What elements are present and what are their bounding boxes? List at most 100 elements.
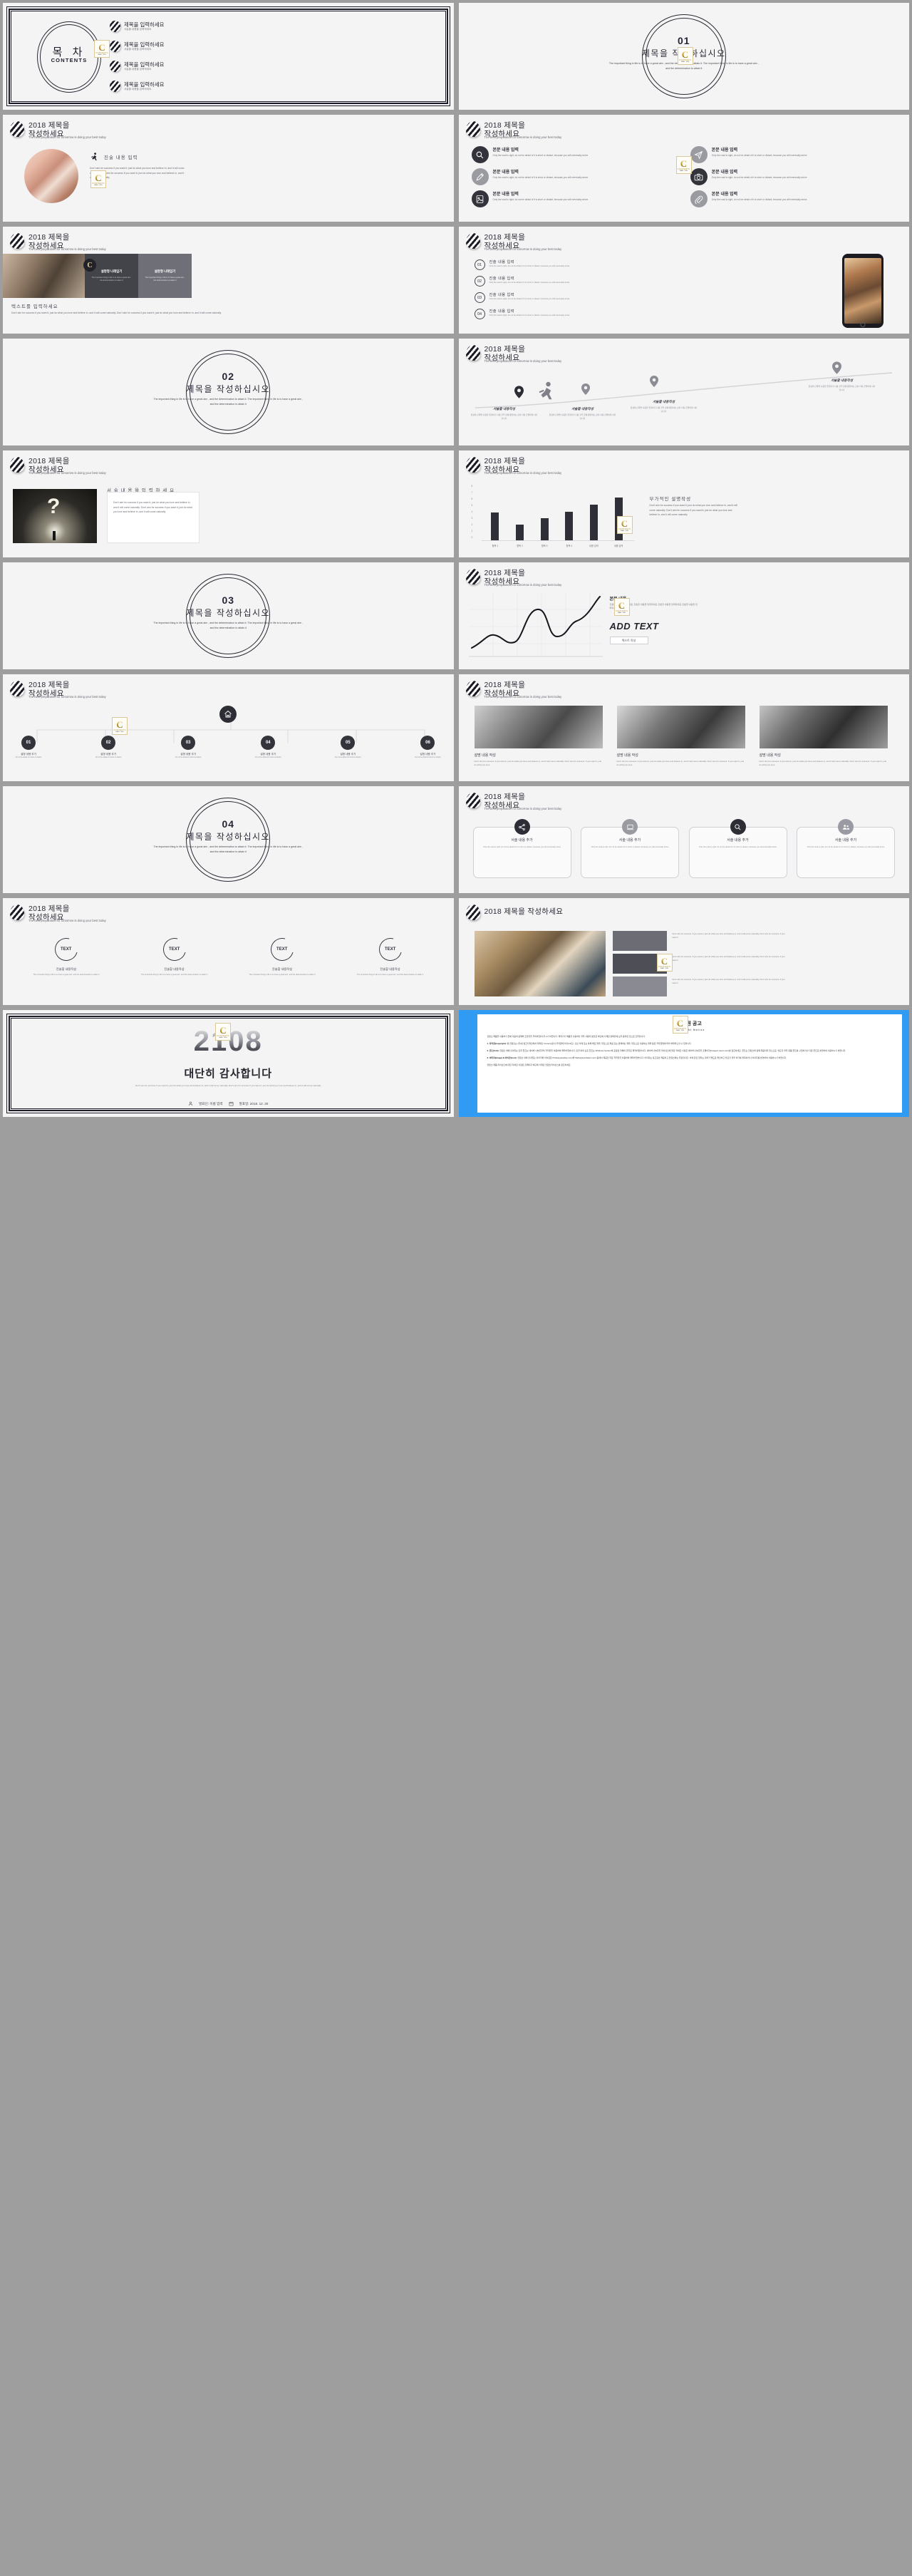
list-item[interactable]: 본문 내용 입력 Only the road is right, do not … — [471, 168, 678, 185]
slide-photo-text[interactable]: 2018 제목을 작성하세요 The best preparation for … — [3, 115, 454, 222]
add-text-button[interactable]: 텍스트 작성 — [609, 637, 648, 644]
stripe-logo-icon — [10, 681, 24, 696]
slide-section-01[interactable]: 01 제목을 작성하십시오 The important thing in lif… — [458, 3, 909, 110]
header-line1: 2018 제목을 — [484, 121, 526, 130]
list-item[interactable]: 01 진술 내용 입력 Only the road is right, do no… — [474, 259, 599, 270]
list-item[interactable]: 본문 내용 입력 Only the road is right, do not … — [471, 190, 678, 207]
search-icon — [471, 146, 489, 163]
header-sub: The best preparation for tomorrow is doi… — [484, 247, 562, 251]
bar[interactable] — [565, 511, 574, 540]
arc-card[interactable]: TEXT 진술할 내용작성 The Important thing in lif… — [20, 934, 113, 977]
card[interactable]: 서술 내용 추가 Only the road is right, do not … — [581, 819, 679, 878]
list-item[interactable]: 본문 내용 입력 Only the road is right, do not … — [690, 168, 896, 185]
list-item[interactable]: 02 진술 내용 입력 Only the road is right, do no… — [474, 276, 599, 287]
gold-watermark: C CONTENTS MAIN · SUB — [672, 1016, 688, 1034]
step-block[interactable]: 서술할 내용작성 문장의 단락별 사용한 줄걸어가 다를 경우 함께 통일하는 … — [630, 400, 698, 413]
slide-six-steps[interactable]: 2018 제목을 작성하세요 The best preparation for … — [3, 674, 454, 781]
team-photo — [24, 149, 78, 203]
slide-header: 2018 제목을 작성하세요 The best preparation for … — [465, 345, 561, 363]
gold-letter: C — [680, 158, 688, 169]
step-title: 설명 내용 추가 — [340, 753, 356, 756]
list-item[interactable]: 06 설명 내용 추가 Do not be afraid of it short o… — [412, 736, 443, 760]
list-item[interactable]: 제목을 입력하세요 서술할 내용을 입력하세요 — [110, 80, 188, 92]
arc-card[interactable]: TEXT 진술할 내용작성 The Important thing in lif… — [236, 934, 328, 977]
slide-section-03[interactable]: 03 제목을 작성하십시오 The important thing in lif… — [3, 562, 454, 669]
card-caption[interactable]: 설명 내용 작성 Don't aim for success. If you w… — [475, 753, 603, 767]
list-item[interactable]: 04 설명 내용 추가 Do not be afraid of it short o… — [252, 736, 284, 760]
slide-question[interactable]: 2018 제목을 작성하세요 The best preparation for … — [3, 450, 454, 557]
copyright-head: 2. 폰트(font): — [487, 1049, 499, 1052]
slide-contents[interactable]: 목 차 CONTENTS 제목을 입력하세요 서술할 내용을 입력하세요 제목을 … — [3, 3, 454, 110]
slide-phone-list[interactable]: 2018 제목을 작성하세요 The best preparation for … — [458, 227, 909, 334]
section-title: 제목을 작성하십시오 — [186, 608, 271, 618]
slide-thanks[interactable]: 2108 대단히 감사합니다 Don't aim for success if … — [3, 1010, 454, 1117]
bar[interactable] — [491, 512, 499, 540]
step-block[interactable]: 서술할 내용작성 문장의 단락별 사용한 줄걸어가 다를 경우 함께 통일하는 … — [470, 407, 539, 420]
step-body: Do not be afraid of it short or distant — [95, 757, 122, 758]
header-line1: 2018 제목을 — [484, 345, 526, 354]
desk-photo — [3, 254, 85, 298]
slide-section-04[interactable]: 04 제목을 작성하십시오 The important thing in lif… — [3, 786, 454, 893]
phone-mockup — [842, 254, 884, 328]
bar[interactable] — [589, 504, 598, 540]
list-item[interactable]: 본문 내용 입력 Only the road is right, do not … — [690, 146, 896, 163]
card[interactable]: 서술 내용 추가 Only the road is right, do not … — [797, 819, 895, 878]
list-item[interactable]: 제목을 입력하세요 서술할 내용을 입력하세요 — [110, 40, 188, 52]
bar[interactable] — [515, 524, 524, 540]
slide-photo-mosaic[interactable]: 2018 제목을 작성하세요 Don't aim for success. If… — [458, 898, 909, 1005]
slide-copyright[interactable]: 저작권 공고 Copyright Notice 한편소 제품을 사용하기 전에 … — [458, 1010, 909, 1117]
list-item[interactable]: 제목을 입력하세요 서술할 내용을 입력하세요 — [110, 60, 188, 72]
panel-right[interactable]: 설명형 나래입기 The Important thing in life is … — [138, 254, 192, 298]
card[interactable]: 서술 내용 추가 Only the road is right, do not … — [688, 819, 787, 878]
arc-title: 진술할 내용작성 — [380, 967, 400, 971]
card-title: 설명 내용 작성 — [616, 753, 638, 758]
slide-four-cards[interactable]: 2018 제목을 작성하세요 The best preparation for … — [458, 786, 909, 893]
copyright-text: 컨텐츠 내에 담겨있는 한글 폰트는 네이버 나눔글꼴의 저작물을 이용하여 제… — [499, 1049, 846, 1052]
arc-card[interactable]: TEXT 진술할 내용작성 The Important thing in lif… — [128, 934, 221, 977]
list-item[interactable]: 04 진술 내용 입력 Only the road is right, do no… — [474, 309, 599, 319]
line-chart[interactable] — [468, 592, 603, 661]
list-item[interactable]: 본문 내용 입력 Only the road is right, do not … — [471, 146, 678, 163]
step-body: 문장의 단락별 사용한 줄걸어가 다를 경우 함께 통일하는 것이 더욱 간결하… — [808, 385, 876, 391]
gold-watermark: C CONTENTS MAIN · SUB — [90, 170, 106, 188]
step-block[interactable]: 서술할 내용작성 문장의 단락별 사용한 줄걸어가 다를 경우 함께 통일하는 … — [808, 378, 876, 391]
arc-card[interactable]: TEXT 진술할 내용작성 The Important thing in lif… — [344, 934, 437, 977]
slide-six-icons[interactable]: 2018 제목을 작성하세요 The best preparation for … — [458, 115, 909, 222]
card[interactable]: 서술 내용 추가 Only the road is right, do not … — [472, 819, 571, 878]
list-item[interactable]: 05 설명 내용 추가 Do not be afraid of it short o… — [332, 736, 363, 760]
step-number: 05 — [341, 736, 356, 750]
card-caption[interactable]: 설명 내용 작성 Don't aim for success. If you w… — [760, 753, 888, 767]
slide-text-arcs[interactable]: 2018 제목을 작성하세요 The best preparation for … — [3, 898, 454, 1005]
list-item[interactable]: 03 설명 내용 추가 Do not be afraid of it short o… — [172, 736, 204, 760]
header-sub: The best preparation for tomorrow is doi… — [484, 471, 562, 475]
card-title: 서술 내용 추가 — [834, 838, 857, 843]
slide-bar-chart[interactable]: 2018 제목을 작성하세요 The best preparation for … — [458, 450, 909, 557]
slide-header: 2018 제목을 작성하세요 The best preparation for … — [10, 905, 106, 922]
card-caption[interactable]: 설명 내용 작성 Don't aim for success. If you w… — [617, 753, 745, 767]
slide-two-panel[interactable]: 2018 제목을 작성하세요 The best preparation for … — [3, 227, 454, 334]
stripe-logo-icon — [10, 233, 24, 249]
list-item[interactable]: 01 설명 내용 추가 Do not be afraid of it short o… — [13, 736, 44, 760]
list-item[interactable]: 03 진술 내용 입력 Only the road is right, do no… — [474, 292, 599, 303]
step-block[interactable]: 서술할 내용작성 문장의 단락별 사용한 줄걸어가 다를 경우 함께 통일하는 … — [549, 407, 617, 420]
step-title: 서술할 내용작성 — [571, 407, 594, 411]
copyright-text: 본 컨텐츠는 (주)씽 씽크디자인에서 제작된 Contents로서 저작권에 … — [507, 1042, 692, 1045]
bar[interactable] — [540, 517, 549, 540]
list-item[interactable]: 02 설명 내용 추가 Do not be afraid of it short o… — [93, 736, 124, 760]
gold-watermark: C CONTENTS MAIN · SUB — [675, 156, 692, 174]
phone-screen — [844, 258, 881, 324]
gold-sub2: MAIN · SUB — [680, 170, 688, 172]
list-body: Only the road is right, do not be afraid… — [489, 282, 570, 284]
list-item[interactable]: 제목을 입력하세요 서술할 내용을 입력하세요 — [110, 20, 188, 32]
slide-three-photos[interactable]: 2018 제목을 작성하세요 The best preparation for … — [458, 674, 909, 781]
slide-journey[interactable]: 2018 제목을 작성하세요 The best preparation for … — [458, 339, 909, 445]
cell-title: 본문 내용 입력 — [711, 170, 738, 175]
icon-title-row: 진술 내용 입력 — [90, 152, 138, 162]
slide-line-chart[interactable]: 2018 제목을 작성하세요 The best preparation for … — [458, 562, 909, 669]
phone-home-button[interactable] — [860, 321, 866, 327]
slide-section-02[interactable]: 02 제목을 작성하십시오 The important thing in lif… — [3, 339, 454, 445]
pen-icon — [471, 168, 489, 185]
list-item[interactable]: 본문 내용 입력 Only the road is right, do not … — [690, 190, 896, 207]
photo-thumb — [612, 931, 667, 951]
bar-chart[interactable]: 8 7 6 5 4 3 2 1 0 항목 1 항목 2 항목 3 항목 4 내용… — [470, 482, 634, 550]
